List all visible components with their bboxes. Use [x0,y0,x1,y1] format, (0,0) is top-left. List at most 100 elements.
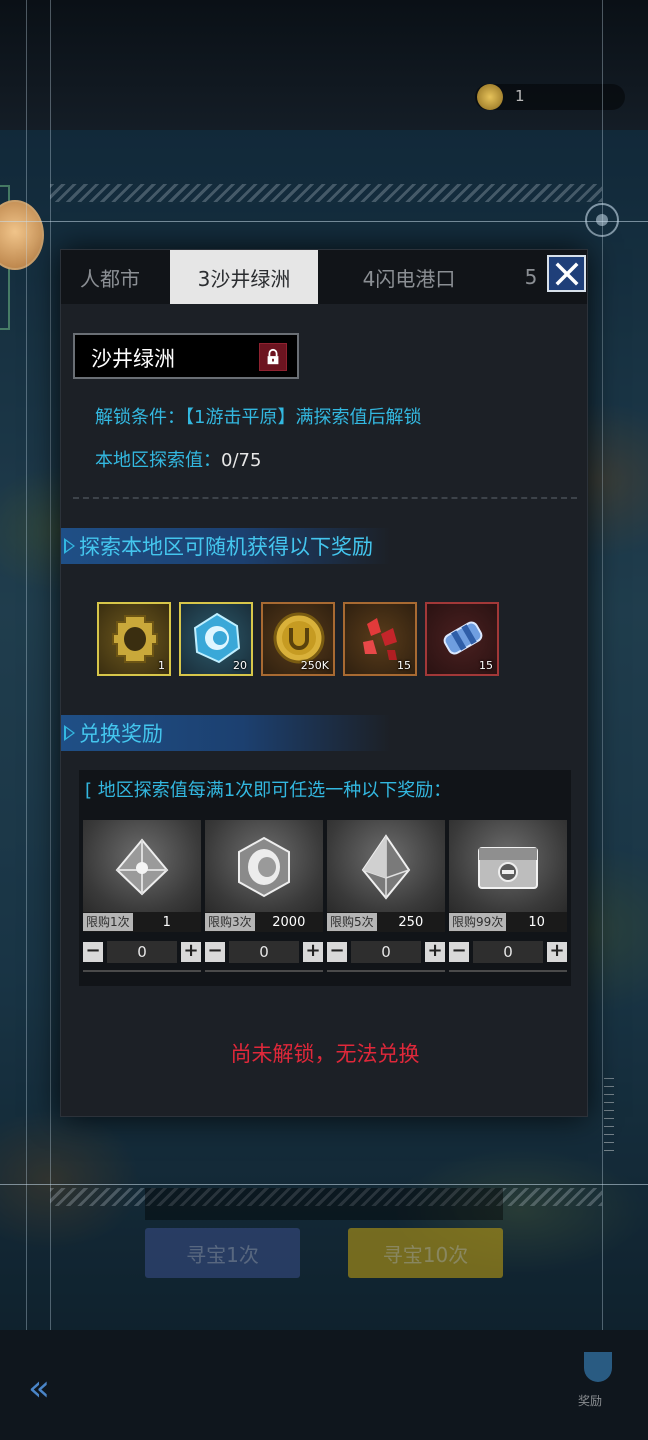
blue-capsule-icon [443,621,483,655]
silver-cube-icon [115,838,169,896]
exchange-item: 限购99次 10 − 0 + [449,820,567,972]
quantity-value[interactable]: 0 [473,941,543,963]
item-cost: 2000 [272,914,306,930]
increase-button[interactable]: + [303,942,323,962]
quantity-stepper: − 0 + [449,940,567,966]
purchase-limit: 限购99次 [449,913,507,931]
quantity-value[interactable]: 0 [107,941,177,963]
card-underline [205,970,323,972]
purchase-limit: 限购1次 [83,913,133,931]
divider [73,497,577,499]
quantity-stepper: − 0 + [327,940,445,966]
frame-line-left-inner [50,0,51,1440]
locked-warning: 尚未解锁，无法兑换 [230,1042,420,1066]
purchase-limit: 限购5次 [327,913,377,931]
trophy-label: 奖励 [578,1394,603,1408]
quantity-value[interactable]: 0 [351,941,421,963]
unlock-label: 解锁条件： [95,407,185,428]
random-rewards-title: 探索本地区可随机获得以下奖励 [79,535,373,559]
region-name-box: 沙井绿洲 [73,333,299,379]
exchange-item: 限购3次 2000 − 0 + [205,820,323,972]
reward-item[interactable]: 15 [343,602,417,676]
exchange-item: 限购1次 1 − 0 + [83,820,201,972]
back-arrow-icon[interactable]: « [28,1368,50,1409]
top-bar-background [0,0,648,130]
reward-item[interactable]: 20 [179,602,253,676]
reward-qty: 15 [479,659,493,672]
tab-region-2[interactable]: 人都市 [61,250,165,304]
lock-icon [259,343,287,371]
draw-ten-button[interactable]: 寻宝10次 [348,1228,503,1278]
region-tab-bar: 人都市 3沙井绿洲 4闪电港口 5 [61,250,587,304]
explore-label: 本地区探索值： [95,450,221,471]
decrease-button[interactable]: − [327,942,347,962]
tab-region-5[interactable]: 5 [516,250,546,304]
frame-line-bottom [0,1184,648,1185]
exchange-item: 限购5次 250 − 0 + [327,820,445,972]
exchange-item-image[interactable] [449,820,567,912]
reward-qty: 1 [158,659,165,672]
blue-crystal-egg-icon [193,612,241,664]
red-crystal-shards-icon [363,618,397,660]
tab-region-4[interactable]: 4闪电港口 [339,250,479,304]
card-underline [449,970,567,972]
bottom-bar-background [0,1330,648,1440]
triangle-icon [64,538,75,554]
reward-item[interactable]: 250K [261,602,335,676]
exchange-item-image[interactable] [205,820,323,912]
draw-once-button[interactable]: 寻宝1次 [145,1228,300,1278]
scale-ruler [604,1078,614,1158]
silver-egg-icon [238,836,290,898]
limit-row: 限购99次 10 [449,912,567,932]
gold-coin-icon [273,612,325,664]
trophy-icon[interactable]: 奖励 [578,1352,618,1418]
explore-value: 0/75 [221,450,262,471]
exchange-item-image[interactable] [327,820,445,912]
increase-button[interactable]: + [425,942,445,962]
region-reward-dialog: 人都市 3沙井绿洲 4闪电港口 5 沙井绿洲 解锁条件：【1游击平原】满探索值后… [60,249,588,1117]
item-cost: 1 [162,914,171,930]
frame-line-left [26,0,27,1440]
item-cost: 250 [398,914,424,930]
decrease-button[interactable]: − [205,942,225,962]
close-icon [555,262,578,285]
currency-value: 1 [515,87,525,105]
increase-button[interactable]: + [181,942,201,962]
limit-row: 限购3次 2000 [205,912,323,932]
quantity-stepper: − 0 + [205,940,323,966]
unlock-condition: 解锁条件：【1游击平原】满探索值后解锁 [95,403,421,429]
exchange-rewards-header: 兑换奖励 [61,715,391,751]
limit-row: 限购1次 1 [83,912,201,932]
quantity-value[interactable]: 0 [229,941,299,963]
card-underline [327,970,445,972]
triangle-icon [64,725,75,741]
crosshair-icon [585,203,619,237]
reward-qty: 250K [300,659,329,672]
explore-progress: 本地区探索值：0/75 [95,446,261,472]
reward-qty: 15 [397,659,411,672]
exchange-rewards-title: 兑换奖励 [79,722,163,746]
silver-diamond-icon [361,834,411,900]
increase-button[interactable]: + [547,942,567,962]
reward-qty: 20 [233,659,247,672]
random-rewards-header: 探索本地区可随机获得以下奖励 [61,528,391,564]
card-underline [83,970,201,972]
unlock-condition-text: 【1游击平原】满探索值后解锁 [185,407,422,428]
draw-cost-row [145,1188,503,1220]
region-name: 沙井绿洲 [91,347,175,371]
reward-item[interactable]: 15 [425,602,499,676]
gold-gear-icon [112,615,158,663]
decrease-button[interactable]: − [449,942,469,962]
frame-line-top [0,221,648,222]
hatch-border-top [50,184,602,202]
decrease-button[interactable]: − [83,942,103,962]
purchase-limit: 限购3次 [205,913,255,931]
tab-region-3[interactable]: 3沙井绿洲 [170,250,318,304]
exchange-item-image[interactable] [83,820,201,912]
reward-item[interactable]: 1 [97,602,171,676]
exchange-panel: [ 地区探索值每满1次即可任选一种以下奖励： 限购1次 1 − 0 + 限购3次… [79,770,571,986]
silver-chest-icon [478,847,538,889]
quantity-stepper: − 0 + [83,940,201,966]
limit-row: 限购5次 250 [327,912,445,932]
close-button[interactable] [547,255,586,292]
